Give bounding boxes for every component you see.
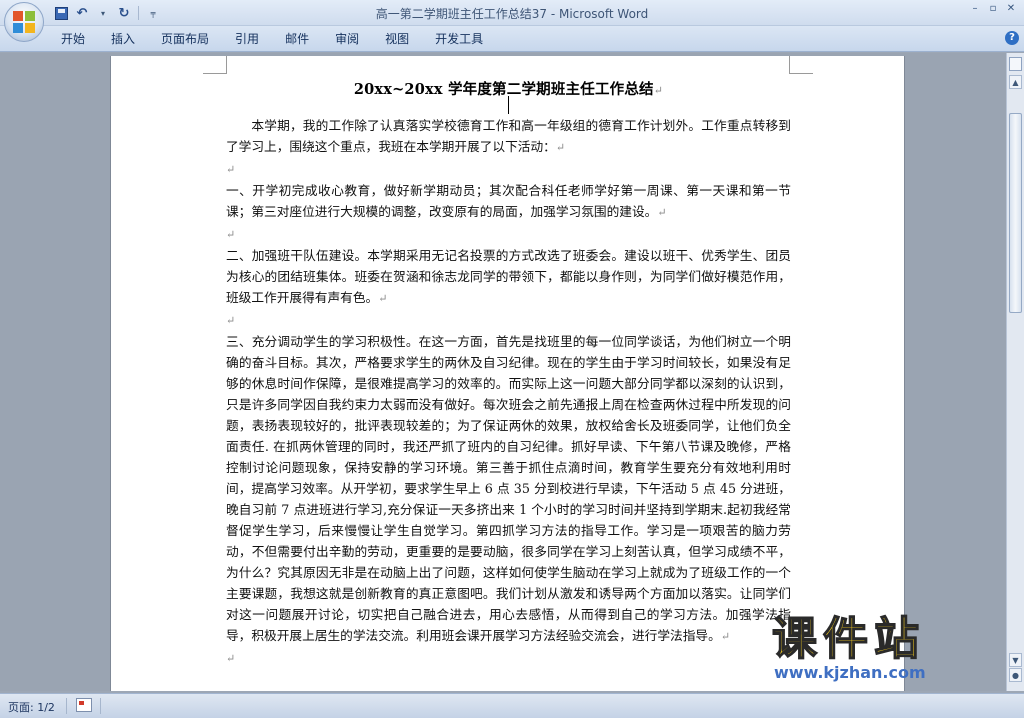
status-separator — [100, 698, 101, 714]
tab-6[interactable]: 视图 — [372, 30, 422, 48]
restore-button[interactable]: ▫ — [986, 2, 1000, 16]
document-paragraph: ↵ — [226, 647, 791, 669]
document-paragraph: ↵ — [226, 158, 791, 180]
tab-0[interactable]: 开始 — [48, 30, 98, 48]
page-indicator[interactable]: 页面: 1/2 — [8, 699, 55, 715]
title-separator: - — [547, 7, 559, 21]
help-button[interactable]: ? — [1005, 31, 1019, 45]
paragraph-mark: ↵ — [653, 84, 664, 97]
watermark-logo: 课件站 — [771, 611, 926, 666]
paragraph-mark: ↵ — [226, 163, 236, 176]
app-name: Microsoft Word — [558, 7, 649, 21]
paragraph-mark: ↵ — [226, 314, 236, 327]
watermark: 课件站 www.kjzhan.com — [771, 611, 1012, 682]
status-separator — [66, 698, 67, 714]
document-title-text: 20xx~20xx 学年度第二学期班主任工作总结 — [353, 81, 654, 98]
paragraph-mark: ↵ — [720, 630, 731, 643]
ribbon-tabs: 开始 插入 页面布局 引用 邮件 审阅 视图 开发工具 ? — [0, 26, 1024, 52]
document-name: 高一第二学期班主任工作总结37 — [375, 7, 548, 21]
office-button[interactable] — [4, 2, 44, 42]
paragraph-mark: ↵ — [226, 652, 236, 665]
document-paragraph: ↵ — [226, 309, 791, 331]
paragraph-mark: ↵ — [555, 141, 566, 154]
tab-5[interactable]: 审阅 — [322, 30, 372, 48]
document-body: 本学期，我的工作除了认真落实学校德育工作和高一年级组的德育工作计划外。工作重点转… — [226, 115, 791, 669]
close-button[interactable]: ✕ — [1004, 2, 1018, 16]
document-area: 20xx~20xx 学年度第二学期班主任工作总结↵ 本学期，我的工作除了认真落实… — [0, 53, 1006, 691]
document-paragraph: 本学期，我的工作除了认真落实学校德育工作和高一年级组的德育工作计划外。工作重点转… — [226, 115, 791, 158]
window-title: 高一第二学期班主任工作总结37 - Microsoft Word — [0, 5, 1024, 22]
paragraph-text: 二、加强班干队伍建设。本学期采用无记名投票的方式改选了班委会。建设以班干、优秀学… — [226, 248, 791, 305]
tab-list: 开始 插入 页面布局 引用 邮件 审阅 视图 开发工具 — [48, 30, 496, 48]
watermark-url: www.kjzhan.com — [774, 663, 926, 682]
scroll-thumb[interactable] — [1009, 113, 1022, 313]
paragraph-mark: ↵ — [657, 206, 667, 219]
window-controls: – ▫ ✕ — [968, 2, 1018, 16]
document-paragraph: 三、充分调动学生的学习积极性。在这一方面，首先是找班里的每一位同学谈话，为他们树… — [226, 331, 791, 647]
crop-mark-top-left — [203, 56, 227, 74]
vertical-scrollbar[interactable]: ▲ ▼ ● — [1006, 53, 1024, 691]
minimize-button[interactable]: – — [968, 2, 982, 16]
document-paragraph: ↵ — [226, 223, 791, 245]
tab-7[interactable]: 开发工具 — [422, 30, 496, 48]
scroll-up-arrow-icon[interactable]: ▲ — [1009, 75, 1022, 89]
crop-mark-top-right — [789, 56, 813, 74]
paragraph-text: 一、开学初完成收心教育，做好新学期动员；其次配合科任老师学好第一周课、第一天课和… — [226, 183, 791, 219]
tab-3[interactable]: 引用 — [222, 30, 272, 48]
paragraph-mark: ↵ — [378, 292, 388, 305]
paragraph-text: 三、充分调动学生的学习积极性。在这一方面，首先是找班里的每一位同学谈话，为他们树… — [226, 334, 791, 643]
document-page[interactable]: 20xx~20xx 学年度第二学期班主任工作总结↵ 本学期，我的工作除了认真落实… — [110, 56, 905, 691]
view-ruler-button[interactable] — [1009, 57, 1022, 71]
paragraph-text: 本学期，我的工作除了认真落实学校德育工作和高一年级组的德育工作计划外。工作重点转… — [226, 118, 791, 154]
title-bar: ↶ ▾ ↻ ╤ 高一第二学期班主任工作总结37 - Microsoft Word… — [0, 0, 1024, 26]
paragraph-mark: ↵ — [226, 228, 236, 241]
document-paragraph: 二、加强班干队伍建设。本学期采用无记名投票的方式改选了班委会。建设以班干、优秀学… — [226, 245, 791, 309]
tab-2[interactable]: 页面布局 — [148, 30, 222, 48]
document-paragraph: 一、开学初完成收心教育，做好新学期动员；其次配合科任老师学好第一周课、第一天课和… — [226, 180, 791, 223]
tab-4[interactable]: 邮件 — [272, 30, 322, 48]
text-cursor — [508, 96, 509, 114]
status-bar: 页面: 1/2 — [0, 693, 1024, 718]
office-logo-icon — [13, 11, 35, 33]
proofing-icon[interactable] — [76, 698, 92, 712]
tab-1[interactable]: 插入 — [98, 30, 148, 48]
